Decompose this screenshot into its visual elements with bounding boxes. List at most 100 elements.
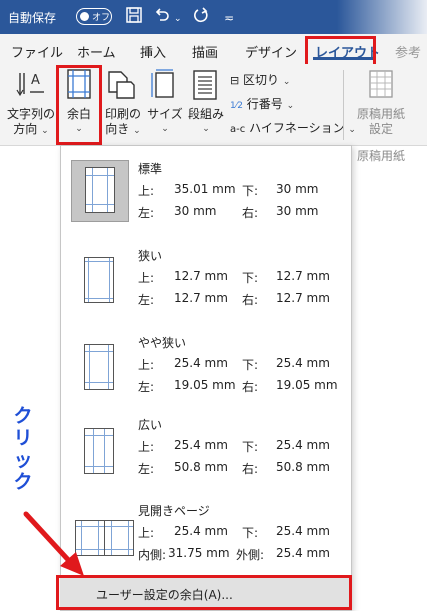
margin-preset-normal[interactable]: 標準 上: 35.01 mm 下: 30 mm 左: 30 mm 右: 30 m… [61, 154, 351, 244]
custom-margins-highlight [56, 575, 352, 610]
click-annotation-text: クリック [13, 405, 33, 493]
preset-value: 12.7 mm [276, 291, 330, 305]
preset-value: 19.05 mm [174, 378, 236, 392]
orientation-label-1: 印刷の [104, 107, 141, 121]
manuscript-group-label: 原稿用紙 [356, 149, 405, 163]
page-thumbnail-icon [104, 520, 134, 556]
preset-value: 31.75 mm [168, 546, 230, 560]
preset-key: 下: [242, 271, 259, 285]
text-direction-icon: A [16, 70, 46, 102]
preset-value: 30 mm [276, 204, 319, 218]
breaks-button[interactable]: ⊟ 区切り ⌄ [230, 71, 290, 88]
preset-key: 上: [138, 358, 155, 372]
svg-text:A: A [31, 73, 40, 88]
preset-thumbnail [71, 247, 129, 309]
line-numbers-label: 行番号 [246, 97, 283, 111]
preset-name: 広い [138, 418, 163, 432]
customize-icon[interactable]: ≂ [224, 8, 234, 28]
preset-value: 25.4 mm [174, 524, 228, 538]
preset-value: 35.01 mm [174, 182, 236, 196]
autosave-toggle[interactable]: オフ [76, 8, 112, 25]
margins-button-highlight [56, 65, 102, 145]
breaks-icon: ⊟ [230, 74, 240, 87]
preset-value: 25.4 mm [276, 438, 330, 452]
preset-value: 50.8 mm [276, 460, 330, 474]
toggle-knob [80, 11, 89, 21]
margin-preset-narrow[interactable]: 狭い 上: 12.7 mm 下: 12.7 mm 左: 12.7 mm 右: 1… [61, 241, 351, 331]
orientation-button[interactable]: 印刷の 向き ⌄ [101, 107, 145, 139]
preset-value: 12.7 mm [276, 269, 330, 283]
tab-design[interactable]: デザイン [245, 42, 297, 61]
preset-key: 右: [242, 293, 259, 307]
preset-key: 上: [138, 184, 155, 198]
preset-key: 上: [138, 526, 155, 540]
annotation-arrow-icon [23, 511, 84, 576]
title-fade [337, 0, 427, 34]
preset-thumbnail [71, 416, 129, 478]
preset-key: 内側: [138, 548, 167, 562]
preset-key: 左: [138, 380, 155, 394]
chevron-down-icon: ⌄ [161, 124, 169, 134]
preset-thumbnail-selected [71, 160, 129, 222]
margin-preset-mirrored[interactable]: 見開きページ 上: 25.4 mm 下: 25.4 mm 内側: 31.75 m… [61, 496, 351, 586]
preset-key: 右: [242, 380, 259, 394]
preset-value: 30 mm [276, 182, 319, 196]
size-label: サイズ [147, 107, 183, 121]
preset-value: 19.05 mm [276, 378, 338, 392]
margin-preset-moderate[interactable]: やや狭い 上: 25.4 mm 下: 25.4 mm 左: 19.05 mm 右… [61, 328, 351, 418]
preset-key: 右: [242, 462, 259, 476]
preset-key: 右: [242, 206, 259, 220]
tab-insert[interactable]: 挿入 [140, 42, 166, 61]
preset-key: 下: [242, 184, 259, 198]
tab-file[interactable]: ファイル [11, 42, 63, 61]
manuscript-label-1: 原稿用紙 [356, 107, 405, 121]
orientation-icon [107, 70, 135, 104]
manuscript-settings-button[interactable]: 原稿用紙 設定 [353, 107, 409, 137]
autosave-toggle-text: オフ [92, 13, 111, 23]
undo-icon[interactable] [153, 6, 171, 29]
columns-label: 段組み [187, 107, 224, 121]
preset-value: 25.4 mm [174, 438, 228, 452]
page-thumbnail-icon [85, 167, 115, 213]
save-icon[interactable] [125, 6, 143, 29]
page-thumbnail-icon [84, 428, 114, 474]
preset-value: 25.4 mm [174, 356, 228, 370]
columns-button[interactable]: 段組み ⌄ [185, 107, 227, 137]
orientation-label-2: 向き [105, 122, 130, 136]
preset-thumbnail [71, 334, 129, 396]
margins-dropdown: 標準 上: 35.01 mm 下: 30 mm 左: 30 mm 右: 30 m… [60, 145, 352, 611]
tab-references[interactable]: 参考 [395, 42, 421, 61]
preset-key: 下: [242, 526, 259, 540]
tab-home[interactable]: ホーム [77, 42, 116, 61]
line-numbers-icon: 1⁄2 [230, 101, 243, 111]
undo-dropdown-icon[interactable]: ⌄ [174, 9, 182, 29]
redo-icon[interactable] [192, 6, 210, 29]
preset-name: 狭い [138, 249, 163, 263]
preset-key: 左: [138, 462, 155, 476]
text-direction-button[interactable]: 文字列の 方向 ⌄ [4, 107, 58, 139]
preset-value: 12.7 mm [174, 291, 228, 305]
manuscript-label-2: 設定 [368, 122, 393, 136]
title-bar: 自動保存 オフ ⌄ ≂ [0, 0, 427, 34]
preset-name: 見開きページ [138, 504, 210, 518]
ribbon-group-separator [343, 70, 344, 140]
preset-key: 下: [242, 358, 259, 372]
text-direction-label-2: 方向 [13, 122, 38, 136]
hyphenation-icon: a‑c [230, 124, 246, 135]
margin-preset-wide[interactable]: 広い 上: 25.4 mm 下: 25.4 mm 左: 50.8 mm 右: 5… [61, 410, 351, 500]
line-numbers-button[interactable]: 1⁄2 行番号 ⌄ [230, 95, 294, 112]
page-size-icon [151, 69, 175, 103]
chevron-down-icon: ⌄ [202, 124, 210, 134]
preset-value: 50.8 mm [174, 460, 228, 474]
manuscript-icon [369, 70, 393, 102]
tab-draw[interactable]: 描画 [192, 42, 218, 61]
preset-key: 下: [242, 440, 259, 454]
hyphenation-label: ハイフネーション [249, 121, 345, 135]
hyphenation-button[interactable]: a‑c ハイフネーション ⌄ [230, 119, 356, 136]
chevron-down-icon: ⌄ [133, 126, 141, 136]
preset-name: やや狭い [138, 336, 187, 350]
size-button[interactable]: サイズ ⌄ [145, 107, 185, 137]
chevron-down-icon: ⌄ [286, 101, 295, 111]
preset-value: 30 mm [174, 204, 217, 218]
chevron-down-icon: ⌄ [282, 77, 291, 87]
